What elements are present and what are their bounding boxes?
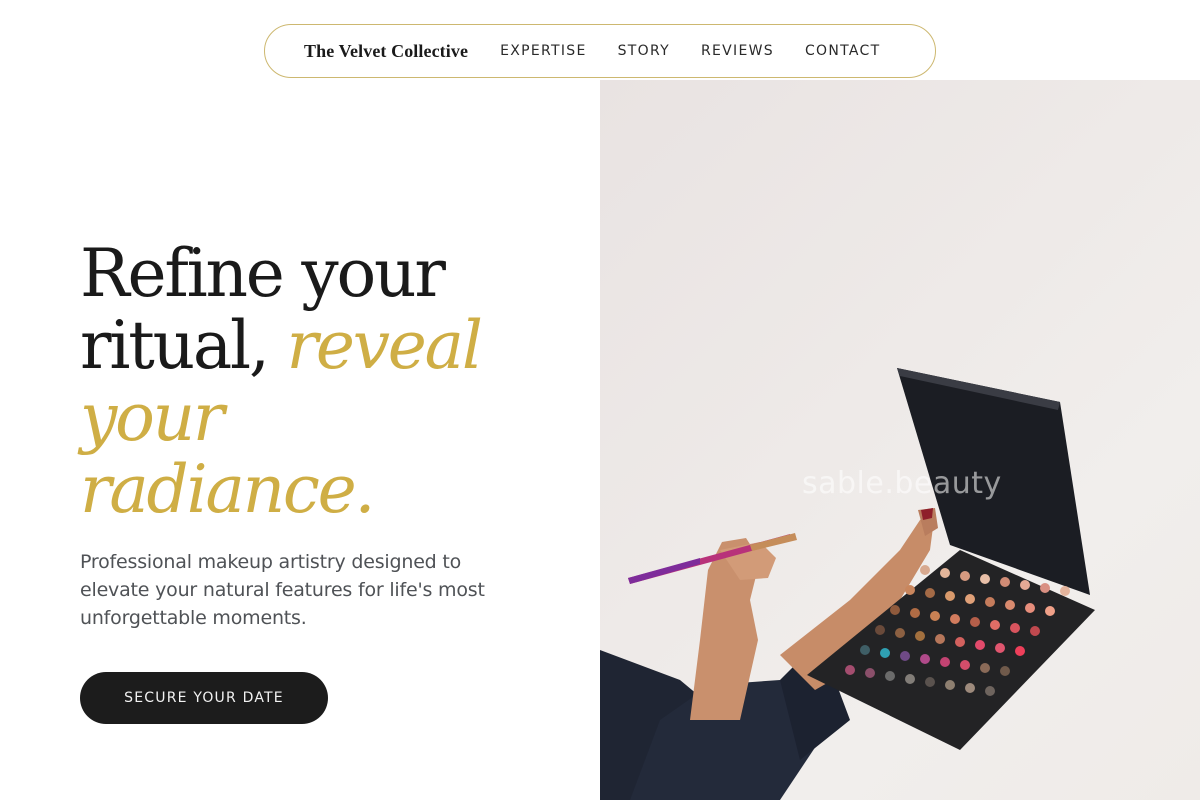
headline-accent-your: your: [80, 379, 224, 456]
hero-section: Refine your ritual, reveal your radiance…: [80, 238, 550, 632]
secure-your-date-button[interactable]: SECURE YOUR DATE: [80, 672, 328, 724]
nav-link-reviews[interactable]: REVIEWS: [701, 43, 774, 59]
headline-accent-reveal: reveal: [286, 307, 483, 384]
hero-image: sable.beauty: [600, 80, 1200, 800]
brand-logo-text[interactable]: The Velvet Collective: [304, 41, 468, 62]
hero-headline: Refine your ritual, reveal your radiance…: [80, 238, 550, 526]
headline-accent-radiance: radiance.: [80, 451, 376, 528]
makeup-palette-illustration: [600, 368, 1095, 800]
headline-line-2: ritual,: [80, 307, 287, 384]
top-navigation: The Velvet Collective EXPERTISE STORY RE…: [264, 24, 936, 78]
nav-link-story[interactable]: STORY: [618, 43, 670, 59]
image-watermark: sable.beauty: [802, 466, 1002, 501]
nav-link-contact[interactable]: CONTACT: [805, 43, 881, 59]
hero-subtext: Professional makeup artistry designed to…: [80, 551, 485, 629]
headline-line-1: Refine your: [80, 235, 446, 312]
nav-link-expertise[interactable]: EXPERTISE: [500, 43, 587, 59]
